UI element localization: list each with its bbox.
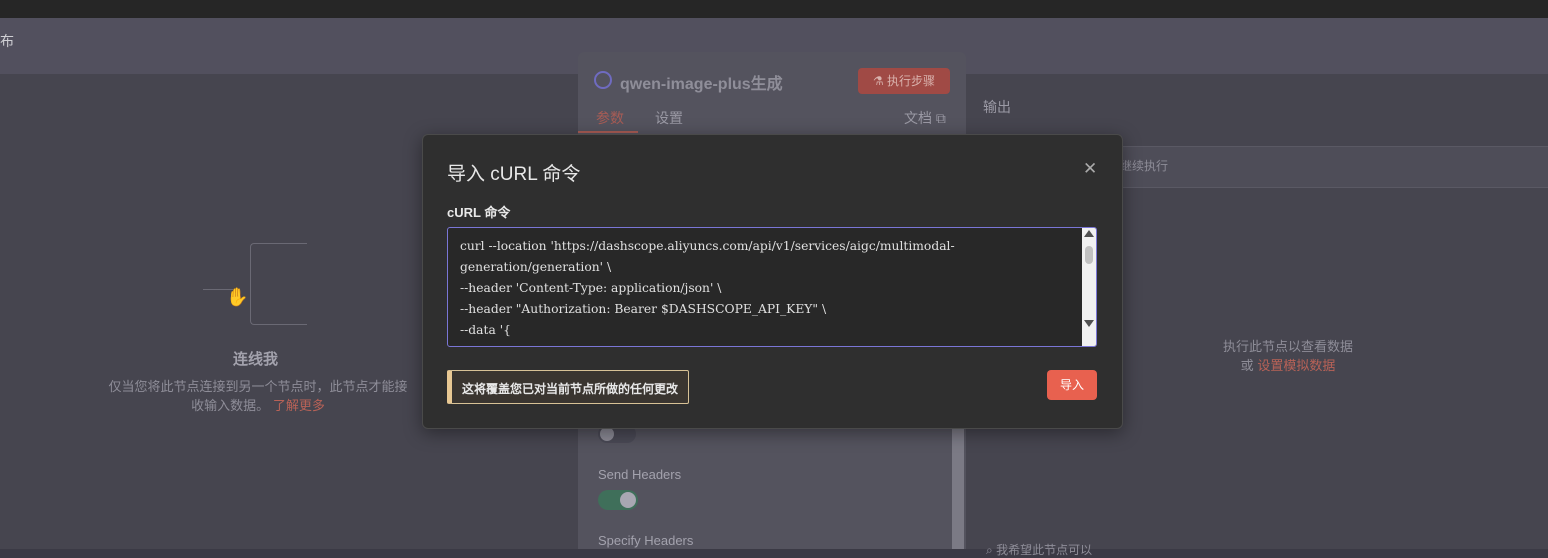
- curl-field-label: cURL 命令: [447, 205, 511, 220]
- pointer-hand-icon: ✋: [226, 287, 249, 307]
- connect-node-outline: [250, 243, 307, 325]
- execute-step-label: 执行步骤: [887, 74, 936, 88]
- curl-text[interactable]: curl --location 'https://dashscope.aliyu…: [448, 228, 1096, 346]
- overwrite-warning: 这将覆盖您已对当前节点所做的任何更改: [447, 370, 689, 404]
- dialog-title: 导入 cURL 命令: [447, 164, 581, 185]
- import-button[interactable]: 导入: [1047, 370, 1097, 400]
- panel-scrollbar[interactable]: [952, 425, 964, 549]
- active-tab-indicator: [578, 131, 638, 133]
- import-curl-dialog: 导入 cURL 命令 ✕ cURL 命令 curl --location 'ht…: [422, 134, 1123, 429]
- run-hint: 执行此节点以查看数据 或 设置模拟数据: [1200, 337, 1376, 375]
- execute-step-button[interactable]: ⚗ 执行步骤: [858, 68, 950, 94]
- bottom-hint: ⌕ 我希望此节点可以: [986, 543, 1093, 557]
- header-title-fragment: 布: [0, 33, 14, 49]
- close-icon[interactable]: ✕: [1083, 159, 1097, 179]
- specify-headers-label: Specify Headers: [598, 533, 694, 548]
- textarea-scrollbar[interactable]: [1082, 228, 1096, 346]
- docs-link[interactable]: 文档 ⧉: [904, 108, 946, 128]
- output-title: 输出: [983, 99, 1011, 115]
- connect-description-text: 仅当您将此节点连接到另一个节点时，此节点才能接收输入数据。: [108, 379, 408, 413]
- curl-textarea[interactable]: curl --location 'https://dashscope.aliyu…: [447, 227, 1097, 347]
- scroll-down-arrow-icon[interactable]: [1084, 320, 1094, 327]
- toggle-knob: [600, 427, 614, 441]
- node-title: qwen-image-plus生成: [620, 76, 783, 93]
- set-mock-data-link[interactable]: 设置模拟数据: [1257, 358, 1335, 373]
- scroll-thumb[interactable]: [1085, 246, 1093, 264]
- run-hint-prefix: 或: [1240, 358, 1254, 373]
- output-strip-text: 继续执行: [1120, 159, 1169, 173]
- globe-icon: [594, 71, 612, 89]
- send-headers-toggle[interactable]: [598, 490, 638, 510]
- toggle-knob: [620, 492, 636, 508]
- run-hint-text: 执行此节点以查看数据: [1222, 339, 1353, 354]
- connect-title: 连线我: [233, 351, 279, 368]
- send-headers-label: Send Headers: [598, 467, 682, 482]
- connect-description: 仅当您将此节点连接到另一个节点时，此节点才能接收输入数据。 了解更多: [108, 377, 408, 415]
- warning-text: 这将覆盖您已对当前节点所做的任何更改: [462, 382, 679, 396]
- tab-parameters[interactable]: 参数: [596, 108, 624, 128]
- learn-more-link[interactable]: 了解更多: [273, 398, 325, 413]
- tab-settings[interactable]: 设置: [655, 108, 683, 128]
- scroll-up-arrow-icon[interactable]: [1084, 230, 1094, 237]
- top-bar: [0, 0, 1548, 18]
- docs-label: 文档: [904, 110, 932, 126]
- external-link-icon: ⧉: [935, 110, 946, 126]
- bottom-hint-text: 我希望此节点可以: [996, 543, 1093, 557]
